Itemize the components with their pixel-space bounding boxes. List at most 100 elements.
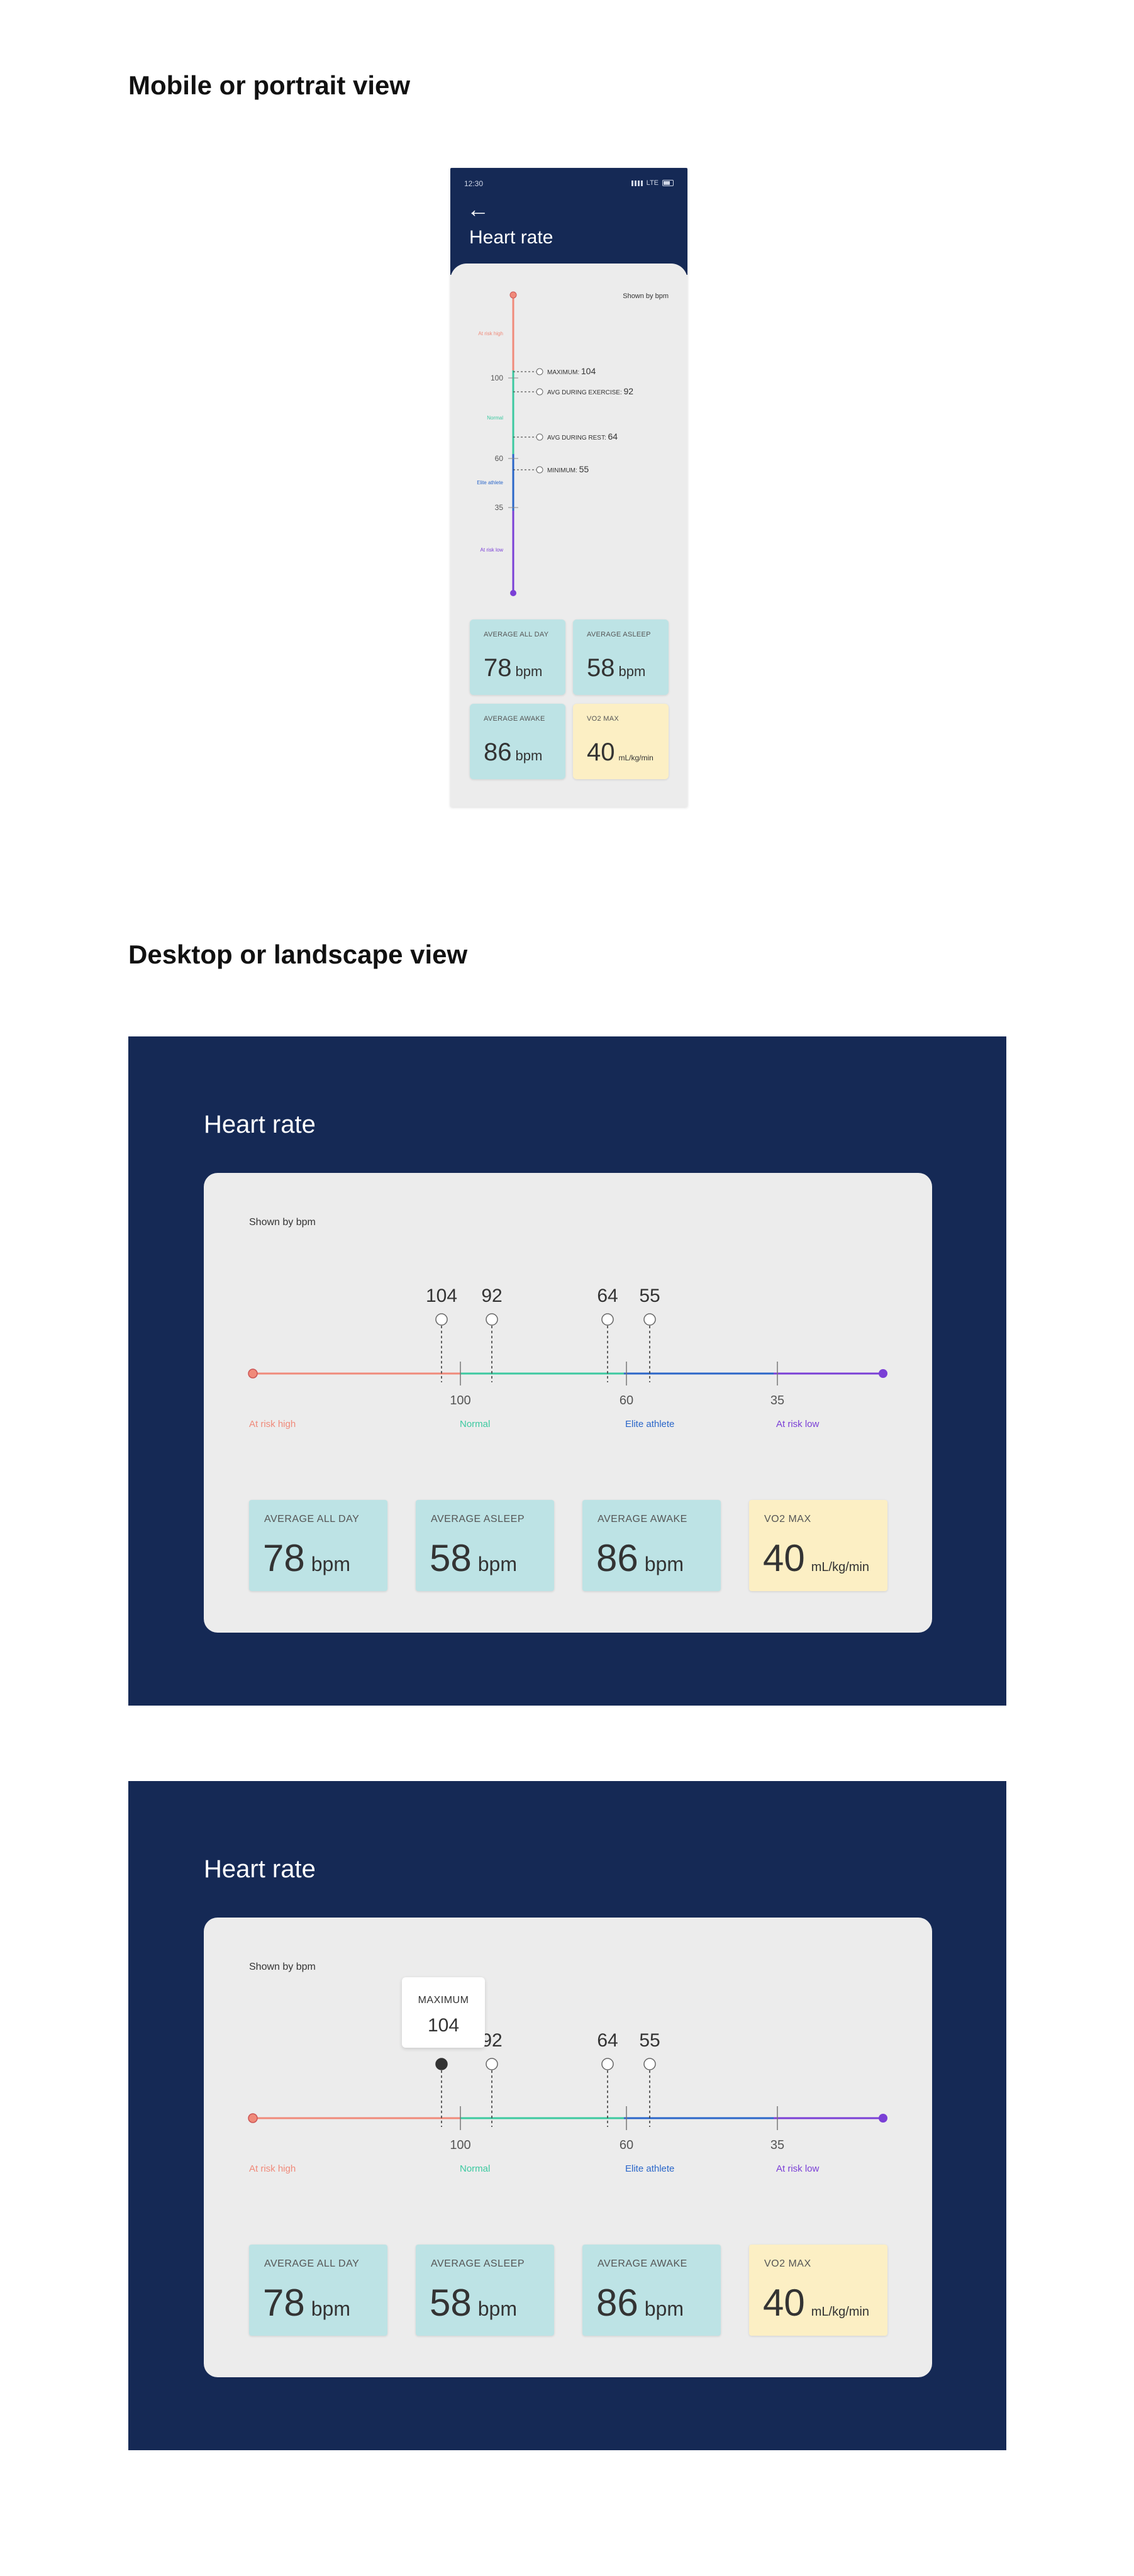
- stat-unit: bpm: [477, 2297, 517, 2320]
- tick-label-35: 35: [495, 503, 504, 512]
- svg-text:MAXIMUM: 104: MAXIMUM: 104: [547, 366, 596, 376]
- zone-label-high: At risk high: [478, 331, 503, 336]
- marker-value: 64: [597, 1285, 618, 1306]
- marker-label: AVG DURING EXERCISE:: [547, 389, 622, 396]
- marker-avg-rest[interactable]: 64: [597, 1285, 618, 1382]
- stat-value: 58: [587, 654, 615, 682]
- zone-label-normal: Normal: [460, 1419, 490, 1430]
- stat-vo2-max: VO2 MAX 40 mL/kg/min: [749, 2245, 887, 2336]
- stat-value-wrap: 78 bpm: [263, 2281, 350, 2324]
- marker-minimum[interactable]: MINIMUM: 55: [513, 464, 589, 474]
- stat-average-asleep: AVERAGE ASLEEP 58 bpm: [573, 619, 669, 695]
- tick-label-60: 60: [620, 1394, 633, 1407]
- stat-label: AVERAGE ASLEEP: [587, 631, 651, 638]
- scale-top-end: [509, 291, 517, 299]
- stat-unit: bpm: [644, 1553, 684, 1575]
- desktop-screen-hover: Heart rate Shown by bpm 100 60 35 At ris…: [128, 1781, 1006, 2450]
- stat-label: AVERAGE ASLEEP: [431, 2258, 525, 2269]
- stat-value: 40: [763, 2282, 805, 2324]
- stat-average-asleep: AVERAGE ASLEEP 58 bpm: [416, 2245, 554, 2336]
- stat-value: 78: [263, 1537, 305, 1579]
- stat-value: 40: [587, 738, 615, 766]
- stat-value: 78: [484, 654, 512, 682]
- marker-value: 104: [581, 366, 596, 376]
- page-title: Heart rate: [204, 1111, 316, 1138]
- stat-average-all-day: AVERAGE ALL DAY 78 bpm: [249, 1500, 387, 1591]
- marker-label: MINIMUM:: [547, 467, 577, 474]
- marker-avg-exercise[interactable]: AVG DURING EXERCISE: 92: [513, 386, 633, 396]
- tick-label-35: 35: [770, 1394, 784, 1407]
- stat-value-wrap: 40 mL/kg/min: [587, 738, 653, 767]
- marker-value: 55: [579, 464, 589, 474]
- zone-label-low: At risk low: [481, 547, 504, 553]
- marker-maximum-active[interactable]: [435, 2058, 448, 2127]
- stat-value: 58: [430, 2282, 472, 2324]
- heart-rate-card: Shown by bpm 100 60 35 At risk high Norm…: [204, 1918, 932, 2377]
- stat-value-wrap: 58 bpm: [587, 654, 645, 682]
- zone-label-normal: Normal: [487, 415, 503, 421]
- page-title: Heart rate: [204, 1855, 316, 1883]
- stat-label: AVERAGE ALL DAY: [264, 1514, 360, 1524]
- stat-unit: mL/kg/min: [811, 2305, 869, 2319]
- zone-label-elite: Elite athlete: [477, 480, 503, 486]
- marker-value: 55: [639, 2030, 660, 2051]
- stat-unit: bpm: [515, 663, 543, 679]
- marker-value: 104: [426, 1285, 457, 1306]
- stat-value-wrap: 78 bpm: [484, 654, 542, 682]
- stat-value: 40: [763, 1537, 805, 1579]
- marker-avg-rest[interactable]: 64: [597, 2030, 618, 2127]
- marker-maximum[interactable]: 104: [426, 1285, 457, 1382]
- tick-label-100: 100: [450, 2138, 470, 2152]
- stat-label: AVERAGE AWAKE: [598, 2258, 687, 2269]
- scale-right-end: [879, 1369, 887, 1378]
- tick-label-100: 100: [491, 374, 503, 382]
- stat-vo2-max: VO2 MAX 40 mL/kg/min: [573, 704, 669, 779]
- desktop-screen: Heart rate Shown by bpm 100 60 35 At ris…: [128, 1036, 1006, 1706]
- marker-minimum[interactable]: 55: [639, 2030, 660, 2127]
- scale-right-end: [879, 2114, 887, 2123]
- marker-value: 64: [597, 2030, 618, 2051]
- tooltip-label: MAXIMUM: [418, 1995, 469, 2006]
- tick-label-60: 60: [620, 2138, 633, 2152]
- stat-average-awake: AVERAGE AWAKE 86 bpm: [470, 704, 565, 779]
- marker-avg-rest[interactable]: AVG DURING REST: 64: [513, 431, 618, 441]
- stat-average-all-day: AVERAGE ALL DAY 78 bpm: [470, 619, 565, 695]
- stat-unit: bpm: [644, 2297, 684, 2320]
- stat-average-asleep: AVERAGE ASLEEP 58 bpm: [416, 1500, 554, 1591]
- tick-label-60: 60: [495, 454, 504, 463]
- stat-value-wrap: 40 mL/kg/min: [763, 1536, 869, 1580]
- stat-value-wrap: 58 bpm: [430, 2281, 517, 2324]
- scale-bottom-end: [510, 590, 516, 596]
- stat-value-wrap: 40 mL/kg/min: [763, 2281, 869, 2324]
- stat-value: 58: [430, 1537, 472, 1579]
- marker-maximum[interactable]: MAXIMUM: 104: [513, 366, 596, 376]
- stat-label: VO2 MAX: [764, 2258, 811, 2269]
- marker-avg-exercise[interactable]: 92: [481, 1285, 503, 1382]
- stat-average-awake: AVERAGE AWAKE 86 bpm: [582, 2245, 721, 2336]
- tooltip-value: 104: [427, 2015, 460, 2036]
- tick-label-35: 35: [770, 2138, 784, 2152]
- marker-value: 64: [608, 431, 618, 441]
- stat-unit: bpm: [311, 1553, 350, 1575]
- stat-label: VO2 MAX: [587, 715, 620, 723]
- svg-text:AVG DURING EXERCISE: 92: AVG DURING EXERCISE: 92: [547, 386, 633, 396]
- svg-text:MINIMUM: 55: MINIMUM: 55: [547, 464, 589, 474]
- scale-left-end: [248, 1368, 258, 1379]
- stat-unit: mL/kg/min: [618, 753, 653, 762]
- mobile-section-title: Mobile or portrait view: [128, 70, 411, 100]
- stat-value: 86: [596, 1537, 638, 1579]
- stat-label: VO2 MAX: [764, 1514, 811, 1524]
- stat-value: 86: [596, 2282, 638, 2324]
- stat-value: 78: [263, 2282, 305, 2324]
- desktop-section-title: Desktop or landscape view: [128, 940, 468, 969]
- marker-label: AVG DURING REST:: [547, 435, 606, 441]
- mobile-screen: 12:30 LTE ← Heart rate Shown by bpm 100 …: [450, 168, 687, 807]
- stat-average-awake: AVERAGE AWAKE 86 bpm: [582, 1500, 721, 1591]
- zone-label-high: At risk high: [249, 2163, 296, 2174]
- svg-text:AVG DURING REST: 64: AVG DURING REST: 64: [547, 431, 618, 441]
- marker-minimum[interactable]: 55: [639, 1285, 660, 1382]
- zone-label-elite: Elite athlete: [625, 2163, 674, 2174]
- zone-label-high: At risk high: [249, 1419, 296, 1430]
- marker-value: 55: [639, 1285, 660, 1306]
- zone-label-low: At risk low: [776, 2163, 820, 2174]
